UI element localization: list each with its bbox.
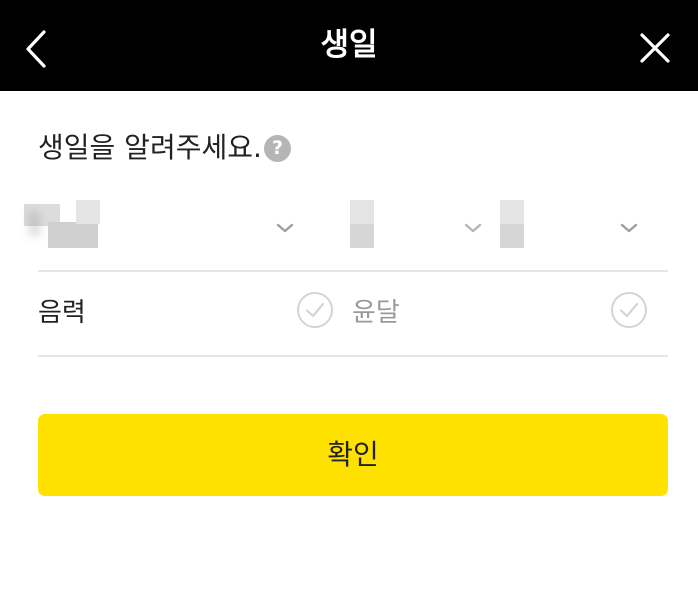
confirm-button[interactable]: 확인 <box>38 414 668 496</box>
year-select-value: 1 <box>26 210 43 240</box>
lunar-calendar-checkbox[interactable] <box>296 291 334 329</box>
birthday-screen: 생일 생일을 알려주세요. ? 1 음력 윤달 확인 <box>0 0 698 600</box>
check-circle-icon <box>297 292 333 328</box>
check-circle-icon <box>611 292 647 328</box>
blurred-day-fragment <box>500 200 524 226</box>
help-icon[interactable]: ? <box>264 135 291 162</box>
leap-month-label: 윤달 <box>352 298 400 328</box>
year-select[interactable]: 1 <box>20 198 310 260</box>
close-button[interactable] <box>632 25 680 73</box>
lunar-calendar-label: 음력 <box>38 298 86 328</box>
chevron-down-icon <box>276 223 294 233</box>
divider <box>38 270 668 272</box>
month-select[interactable] <box>340 198 490 260</box>
blurred-year-fragment <box>48 222 98 248</box>
birthday-question: 생일을 알려주세요. <box>38 131 262 164</box>
header-bar: 생일 <box>0 0 698 91</box>
day-select[interactable] <box>490 198 650 260</box>
blurred-day-fragment <box>500 224 524 248</box>
blurred-month-fragment <box>350 200 374 226</box>
back-button[interactable] <box>18 22 62 72</box>
chevron-down-icon <box>620 223 638 233</box>
chevron-down-icon <box>464 223 482 233</box>
page-title: 생일 <box>320 27 378 63</box>
divider <box>38 355 668 357</box>
close-icon <box>640 33 670 63</box>
blurred-month-fragment <box>350 224 374 248</box>
leap-month-checkbox[interactable] <box>610 291 648 329</box>
chevron-left-icon <box>26 30 46 68</box>
blurred-year-fragment <box>76 200 100 224</box>
